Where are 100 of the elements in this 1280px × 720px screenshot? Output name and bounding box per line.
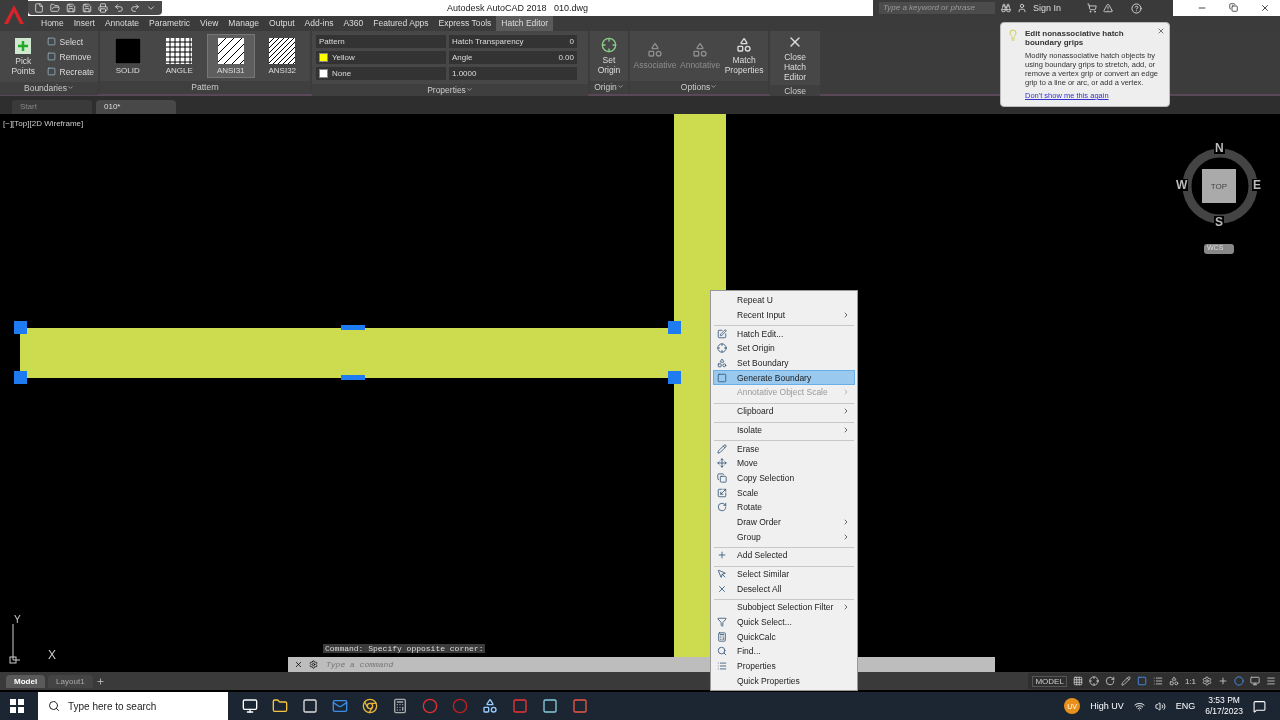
ribbon-tab[interactable]: Parametric: [144, 16, 196, 31]
calculator-icon[interactable]: [392, 698, 408, 714]
menu-item[interactable]: Quick Select...: [713, 614, 855, 630]
lineweight-icon[interactable]: [1152, 676, 1163, 686]
menu-item[interactable]: Rotate: [713, 499, 855, 515]
menu-item[interactable]: Add Selected: [713, 548, 855, 563]
ribbon-tab[interactable]: Hatch Editor: [496, 16, 554, 31]
pattern-swatch[interactable]: SOLID: [104, 34, 152, 78]
model-space-button[interactable]: MODEL: [1032, 675, 1067, 687]
menu-icon[interactable]: [1266, 676, 1276, 686]
grip-handle[interactable]: [14, 371, 27, 384]
help-icon[interactable]: [1131, 2, 1143, 14]
open-folder-icon[interactable]: [50, 3, 60, 13]
panel-title[interactable]: Boundaries: [0, 82, 98, 95]
redo-icon[interactable]: [130, 3, 140, 13]
menu-item[interactable]: Recent Input: [713, 307, 855, 323]
wifi-icon[interactable]: [1133, 700, 1145, 712]
hatch-type-dropdown[interactable]: Pattern: [316, 35, 446, 48]
close-editor-button[interactable]: Close Hatch Editor: [774, 34, 816, 82]
set-origin-button[interactable]: Set Origin: [594, 34, 624, 78]
scale-field[interactable]: 1.0000: [449, 67, 577, 80]
cart-icon[interactable]: [1087, 3, 1098, 13]
circle-icon[interactable]: [1234, 676, 1244, 686]
folder-icon[interactable]: [272, 698, 288, 714]
menu-item[interactable]: Subobject Selection Filter: [713, 600, 855, 615]
menu-item[interactable]: Set Origin: [713, 341, 855, 356]
layout-tab[interactable]: Layout1: [48, 674, 93, 688]
undo-icon[interactable]: [114, 3, 124, 13]
scale-button[interactable]: 1:1: [1184, 676, 1196, 686]
menu-item[interactable]: Draw Order: [713, 514, 855, 530]
weather-text[interactable]: High UV: [1090, 701, 1124, 711]
dropdown-icon[interactable]: [146, 3, 156, 13]
menu-item[interactable]: Scale: [713, 485, 855, 500]
grip-handle[interactable]: [14, 321, 27, 334]
polar-icon[interactable]: [1104, 676, 1115, 686]
pick-points-button[interactable]: Pick Points: [4, 34, 43, 79]
grip-handle[interactable]: [668, 321, 681, 334]
pattern-swatch[interactable]: ANGLE: [155, 34, 203, 78]
panel-title[interactable]: Options: [630, 81, 768, 94]
print-icon[interactable]: [98, 3, 108, 13]
menu-item[interactable]: Erase: [713, 441, 855, 456]
settings-icon[interactable]: [1202, 676, 1212, 686]
binoculars-icon[interactable]: [1001, 3, 1011, 13]
hatch-color-dropdown[interactable]: Yellow: [316, 51, 446, 64]
app-icon[interactable]: [512, 698, 528, 714]
document-tab[interactable]: 010*: [96, 100, 176, 114]
ribbon-tab[interactable]: Home: [36, 16, 69, 31]
view-cube-face[interactable]: TOP: [1202, 169, 1236, 203]
grip-handle[interactable]: [341, 375, 365, 380]
windows-icon[interactable]: [10, 699, 24, 713]
store-icon[interactable]: [302, 698, 318, 714]
menu-item[interactable]: Copy Selection: [713, 470, 855, 486]
ribbon-tab[interactable]: Insert: [68, 16, 100, 31]
ring-icon[interactable]: [422, 698, 438, 714]
grid-icon[interactable]: [1072, 676, 1083, 686]
ribbon-tab[interactable]: Add-ins: [299, 16, 339, 31]
panel-title[interactable]: Origin: [590, 81, 628, 94]
menu-item[interactable]: Isolate: [713, 422, 855, 438]
shapes-icon[interactable]: [482, 698, 498, 714]
menu-item[interactable]: Find...: [713, 644, 855, 659]
menu-item[interactable]: Generate Boundary: [713, 370, 855, 386]
volume-icon[interactable]: [1154, 700, 1166, 712]
close-icon[interactable]: [294, 660, 303, 669]
notifications-icon[interactable]: [1253, 699, 1266, 713]
snap-icon[interactable]: [1088, 676, 1099, 686]
menu-item[interactable]: Repeat U: [713, 293, 855, 308]
menu-item[interactable]: Move: [713, 455, 855, 471]
transparency-field[interactable]: Hatch Transparency 0: [449, 35, 577, 48]
close-icon[interactable]: [1157, 27, 1165, 35]
warning-icon[interactable]: [1103, 3, 1114, 13]
new-file-icon[interactable]: [34, 3, 44, 13]
ribbon-tab[interactable]: Annotate: [99, 16, 144, 31]
restore-icon[interactable]: [1229, 3, 1238, 12]
viewport-label[interactable]: [−][Top][2D Wireframe]: [3, 119, 84, 128]
ribbon-tab[interactable]: A360: [338, 16, 369, 31]
ribbon-tab[interactable]: Output: [264, 16, 300, 31]
menu-item[interactable]: Select Similar: [713, 566, 855, 582]
language-indicator[interactable]: ENG: [1175, 701, 1196, 711]
add-icon[interactable]: [95, 676, 105, 686]
ribbon-tab[interactable]: Manage: [223, 16, 265, 31]
monitor-icon[interactable]: [1250, 676, 1260, 686]
app-icon[interactable]: [572, 698, 588, 714]
option-button[interactable]: Match Properties: [724, 34, 764, 78]
grip-handle[interactable]: [341, 325, 365, 330]
square-icon[interactable]: [1136, 676, 1147, 686]
menu-item[interactable]: Hatch Edit...: [713, 326, 855, 342]
mail-icon[interactable]: [332, 698, 348, 714]
annotation-icon[interactable]: [1168, 676, 1179, 686]
wrench-icon[interactable]: [309, 660, 318, 669]
taskbar-search-field[interactable]: Type here to search: [38, 692, 228, 720]
menu-item[interactable]: Deselect All: [713, 581, 855, 597]
circle-icon[interactable]: [452, 698, 468, 714]
menu-item[interactable]: Quick Properties: [713, 673, 855, 689]
boundary-tool-button[interactable]: Recreate: [46, 64, 94, 79]
menu-item[interactable]: QuickCalc: [713, 629, 855, 645]
menu-item[interactable]: Clipboard: [713, 403, 855, 419]
browser-icon[interactable]: [362, 698, 378, 714]
grip-handle[interactable]: [668, 371, 681, 384]
menu-item[interactable]: Set Boundary: [713, 355, 855, 371]
pattern-swatch[interactable]: ANSI31: [207, 34, 255, 78]
